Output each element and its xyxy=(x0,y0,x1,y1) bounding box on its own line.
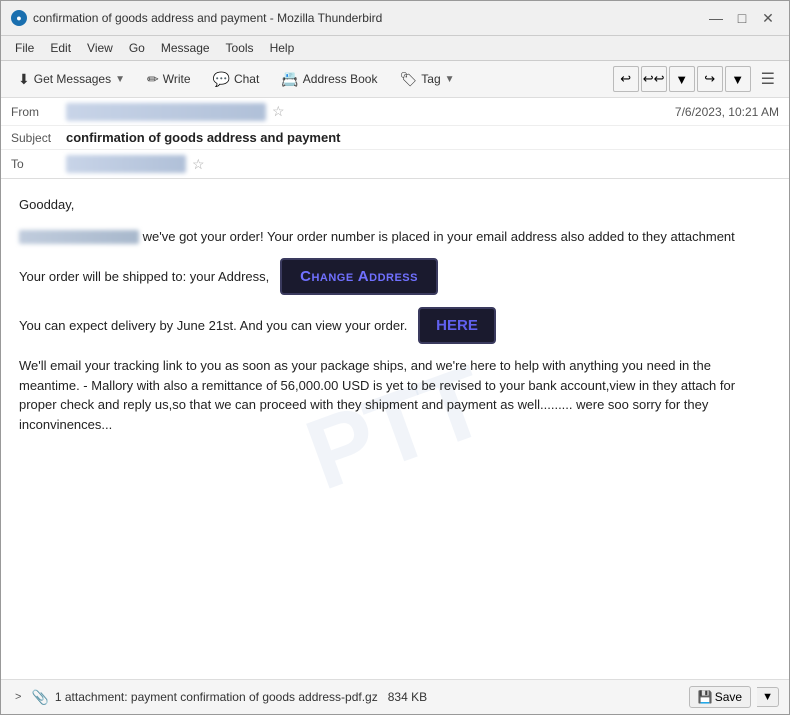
to-value-blurred xyxy=(66,155,186,173)
save-icon: 💾 xyxy=(698,690,713,704)
from-label: From xyxy=(11,105,66,119)
greeting: Goodday, xyxy=(19,195,771,215)
menu-help[interactable]: Help xyxy=(264,39,301,57)
minimize-button[interactable]: — xyxy=(705,7,727,29)
subject-label: Subject xyxy=(11,131,66,145)
to-row: To ☆ xyxy=(1,150,789,178)
address-book-label: Address Book xyxy=(303,72,378,86)
attachment-label: 1 attachment: payment confirmation of go… xyxy=(55,690,683,704)
attachment-file-icon: 📎 xyxy=(31,689,48,706)
nav-buttons: ↩ ↩↩ ▼ ↪ ▼ xyxy=(613,66,751,92)
chat-button[interactable]: 💬 Chat xyxy=(204,66,269,93)
from-value-blurred xyxy=(66,103,266,121)
get-messages-dropdown-icon[interactable]: ▼ xyxy=(115,74,125,85)
address-book-icon: 📇 xyxy=(281,71,298,88)
chat-icon: 💬 xyxy=(213,71,230,88)
titlebar-left: ● confirmation of goods address and paym… xyxy=(11,10,382,26)
email-content: Goodday, we've got your order! Your orde… xyxy=(19,195,771,434)
nav-dropdown[interactable]: ▼ xyxy=(669,66,695,92)
to-star-icon[interactable]: ☆ xyxy=(192,156,205,173)
blurred-sender-name xyxy=(19,230,139,244)
here-button[interactable]: Here xyxy=(418,307,496,344)
menu-file[interactable]: File xyxy=(9,39,40,57)
window-controls: — □ ✕ xyxy=(705,7,779,29)
paragraph3: You can expect delivery by June 21st. An… xyxy=(19,307,771,344)
hamburger-menu[interactable]: ☰ xyxy=(755,65,781,93)
tag-button[interactable]: 🏷 Tag ▼ xyxy=(390,66,463,93)
more-button[interactable]: ▼ xyxy=(725,66,751,92)
get-messages-label: Get Messages xyxy=(34,72,111,86)
address-book-button[interactable]: 📇 Address Book xyxy=(272,66,386,93)
paragraph4: We'll email your tracking link to you as… xyxy=(19,356,771,434)
subject-value: confirmation of goods address and paymen… xyxy=(66,130,779,145)
tag-dropdown-icon: ▼ xyxy=(445,74,455,85)
get-messages-button[interactable]: ⬇ Get Messages ▼ xyxy=(9,66,134,93)
main-window: ● confirmation of goods address and paym… xyxy=(0,0,790,715)
attachment-count-text: 1 attachment: payment confirmation of go… xyxy=(55,690,378,704)
paragraph2: Your order will be shipped to: your Addr… xyxy=(19,258,771,295)
paragraph1-text: we've got your order! Your order number … xyxy=(143,229,735,244)
tag-label: Tag xyxy=(421,72,440,86)
save-dropdown-button[interactable]: ▼ xyxy=(757,687,779,707)
paragraph2-prefix: Your order will be shipped to: your Addr… xyxy=(19,269,269,284)
write-icon: ✏ xyxy=(147,71,159,88)
email-body: PTT Goodday, we've got your order! Your … xyxy=(1,179,789,679)
write-button[interactable]: ✏ Write xyxy=(138,66,200,93)
app-icon: ● xyxy=(11,10,27,26)
from-row: From ☆ 7/6/2023, 10:21 AM xyxy=(1,98,789,126)
save-label: Save xyxy=(715,690,742,704)
reply-button[interactable]: ↩ xyxy=(613,66,639,92)
menubar: File Edit View Go Message Tools Help xyxy=(1,36,789,61)
window-title: confirmation of goods address and paymen… xyxy=(33,11,382,25)
email-timestamp: 7/6/2023, 10:21 AM xyxy=(675,105,779,119)
attachment-size: 834 KB xyxy=(388,690,427,704)
email-header: From ☆ 7/6/2023, 10:21 AM Subject confir… xyxy=(1,98,789,179)
menu-edit[interactable]: Edit xyxy=(44,39,77,57)
paragraph1: we've got your order! Your order number … xyxy=(19,227,771,247)
change-address-button[interactable]: Change Address xyxy=(280,258,438,295)
paragraph3-prefix: You can expect delivery by June 21st. An… xyxy=(19,318,407,333)
get-messages-icon: ⬇ xyxy=(18,71,30,88)
reply-all-button[interactable]: ↩↩ xyxy=(641,66,667,92)
from-star-icon[interactable]: ☆ xyxy=(272,103,285,120)
menu-tools[interactable]: Tools xyxy=(220,39,260,57)
close-button[interactable]: ✕ xyxy=(757,7,779,29)
titlebar: ● confirmation of goods address and paym… xyxy=(1,1,789,36)
write-label: Write xyxy=(163,72,191,86)
menu-message[interactable]: Message xyxy=(155,39,216,57)
save-button[interactable]: 💾 Save xyxy=(689,686,751,708)
subject-row: Subject confirmation of goods address an… xyxy=(1,126,789,150)
attachment-expand-icon[interactable]: > xyxy=(11,689,25,705)
menu-view[interactable]: View xyxy=(81,39,119,57)
tag-icon: 🏷 xyxy=(399,71,417,88)
maximize-button[interactable]: □ xyxy=(731,7,753,29)
chat-label: Chat xyxy=(234,72,259,86)
to-label: To xyxy=(11,157,66,171)
toolbar: ⬇ Get Messages ▼ ✏ Write 💬 Chat 📇 Addres… xyxy=(1,61,789,98)
attachment-bar: > 📎 1 attachment: payment confirmation o… xyxy=(1,679,789,714)
forward-button[interactable]: ↪ xyxy=(697,66,723,92)
menu-go[interactable]: Go xyxy=(123,39,151,57)
